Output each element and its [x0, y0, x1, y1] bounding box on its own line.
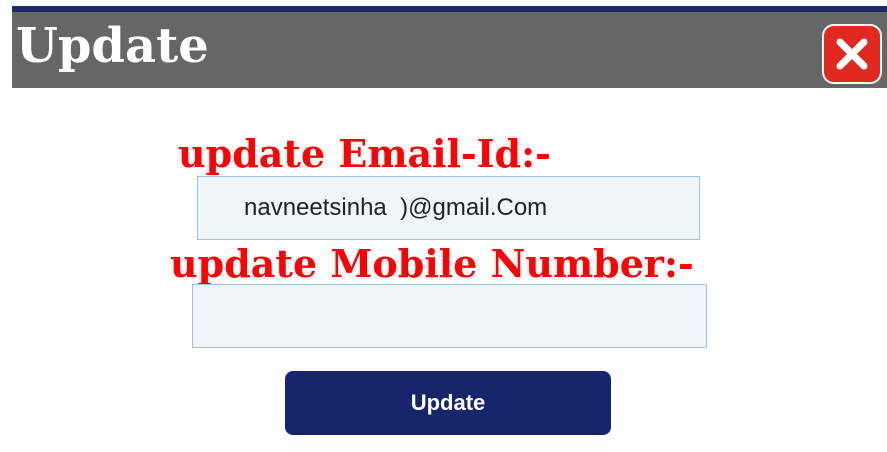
close-icon	[836, 38, 868, 70]
dialog-title: Update	[16, 18, 209, 74]
update-button[interactable]: Update	[285, 371, 611, 435]
mobile-label: update Mobile Number:-	[170, 241, 694, 286]
title-bar: Update	[12, 12, 887, 88]
mobile-field[interactable]	[192, 284, 707, 348]
top-border	[0, 0, 887, 12]
update-dialog: Update update Email-Id:- update Mobile N…	[0, 0, 887, 452]
dialog-content: update Email-Id:- update Mobile Number:-…	[12, 88, 887, 452]
email-field[interactable]	[197, 176, 700, 240]
email-label: update Email-Id:-	[178, 131, 551, 176]
close-button[interactable]	[822, 24, 882, 84]
